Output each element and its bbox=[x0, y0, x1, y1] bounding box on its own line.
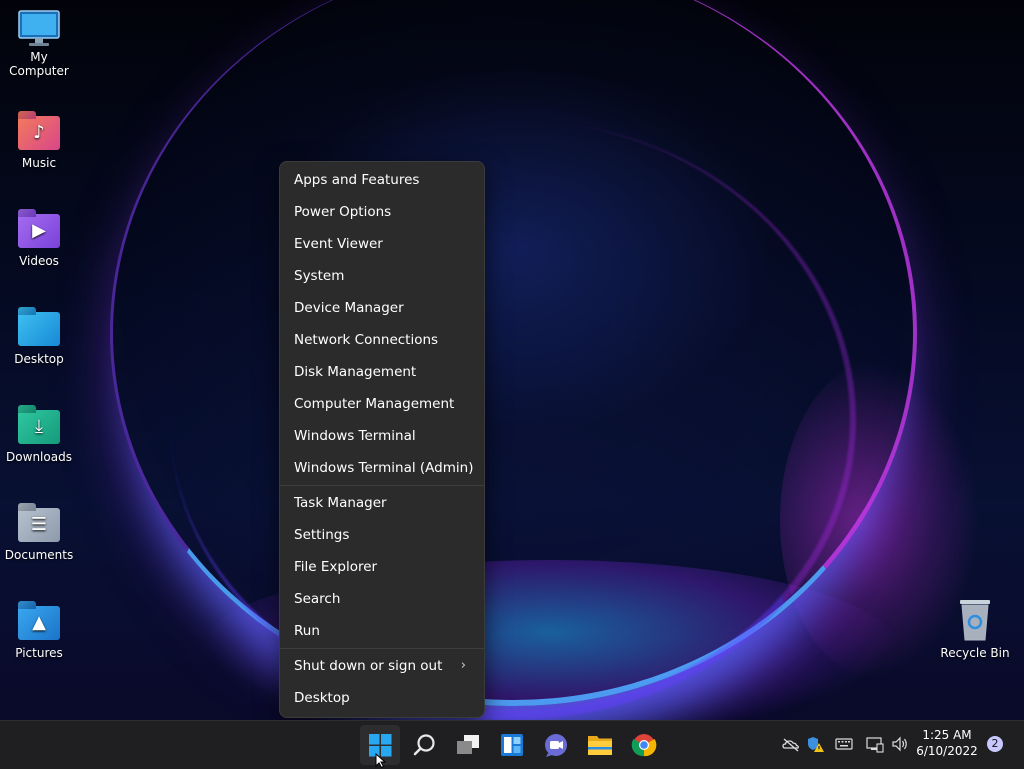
menu-item-file-explorer[interactable]: File Explorer bbox=[284, 552, 480, 582]
task-view-icon bbox=[457, 735, 479, 754]
menu-item-desktop[interactable]: Desktop bbox=[284, 683, 480, 713]
teams-chat-button[interactable] bbox=[536, 725, 576, 765]
desktop-icon-my-computer[interactable]: My Computer bbox=[0, 10, 78, 78]
wallpaper-bloom-inner bbox=[170, 120, 856, 720]
monitor-icon bbox=[18, 10, 60, 46]
security-warning-icon[interactable] bbox=[806, 734, 826, 754]
menu-item-search[interactable]: Search bbox=[284, 584, 480, 614]
menu-item-device-manager[interactable]: Device Manager bbox=[284, 293, 480, 323]
menu-item-network-connections[interactable]: Network Connections bbox=[284, 325, 480, 355]
mouse-cursor-icon bbox=[375, 753, 387, 768]
desktop-icon-recycle-bin[interactable]: Recycle Bin bbox=[936, 598, 1014, 660]
videos-folder-icon: ▶ bbox=[18, 214, 60, 250]
notification-badge[interactable]: 2 bbox=[987, 736, 1003, 752]
desktop-icon-label: Music bbox=[21, 156, 57, 170]
chevron-right-icon: › bbox=[460, 658, 466, 673]
menu-item-settings[interactable]: Settings bbox=[284, 520, 480, 550]
file-explorer-button[interactable] bbox=[580, 725, 620, 765]
music-folder-icon: ♪ bbox=[18, 116, 60, 152]
desktop-icon-label: Pictures bbox=[15, 646, 63, 660]
desktop-wallpaper bbox=[0, 0, 1024, 720]
clock-time: 1:25 AM bbox=[922, 728, 972, 742]
downloads-folder-icon: ⤓ bbox=[18, 410, 60, 446]
pictures-folder-icon: ▲ bbox=[18, 606, 60, 642]
menu-item-apps-and-features[interactable]: Apps and Features bbox=[284, 165, 480, 195]
desktop-icon-label: Downloads bbox=[6, 450, 72, 464]
search-button[interactable] bbox=[404, 725, 444, 765]
desktop-icon-label: Videos bbox=[19, 254, 59, 268]
taskbar-clock[interactable]: 1:25 AM 6/10/2022 bbox=[912, 727, 982, 759]
onedrive-offline-icon[interactable] bbox=[781, 734, 801, 754]
desktop-icon-documents[interactable]: ☰ Documents bbox=[0, 504, 78, 562]
start-context-menu: Apps and Features Power Options Event Vi… bbox=[279, 161, 485, 718]
menu-item-system[interactable]: System bbox=[284, 261, 480, 291]
desktop-icon-videos[interactable]: ▶ Videos bbox=[0, 210, 78, 268]
menu-item-windows-terminal-admin[interactable]: Windows Terminal (Admin) bbox=[284, 453, 480, 483]
menu-item-label: Shut down or sign out bbox=[294, 658, 443, 674]
widgets-button[interactable] bbox=[492, 725, 532, 765]
keyboard-icon[interactable] bbox=[834, 734, 854, 754]
menu-item-task-manager[interactable]: Task Manager bbox=[284, 488, 480, 518]
search-icon bbox=[413, 734, 435, 756]
chrome-button[interactable] bbox=[624, 725, 664, 765]
desktop-icon-pictures[interactable]: ▲ Pictures bbox=[0, 602, 78, 660]
menu-separator bbox=[280, 485, 484, 486]
recycle-bin-icon bbox=[954, 598, 996, 642]
menu-item-run[interactable]: Run bbox=[284, 616, 480, 646]
widgets-icon bbox=[501, 734, 523, 756]
menu-item-power-options[interactable]: Power Options bbox=[284, 197, 480, 227]
menu-separator bbox=[280, 648, 484, 649]
menu-item-computer-management[interactable]: Computer Management bbox=[284, 389, 480, 419]
clock-date: 6/10/2022 bbox=[916, 744, 978, 758]
menu-item-windows-terminal[interactable]: Windows Terminal bbox=[284, 421, 480, 451]
task-view-button[interactable] bbox=[448, 725, 488, 765]
network-icon[interactable] bbox=[865, 734, 885, 754]
desktop-icon-label: Recycle Bin bbox=[940, 646, 1010, 660]
desktop-icon-music[interactable]: ♪ Music bbox=[0, 112, 78, 170]
menu-item-shut-down-or-sign-out[interactable]: Shut down or sign out › bbox=[284, 651, 480, 681]
desktop-icon-downloads[interactable]: ⤓ Downloads bbox=[0, 406, 78, 464]
file-explorer-icon bbox=[588, 736, 612, 755]
taskbar bbox=[0, 720, 1024, 769]
desktop-icon-label: My Computer bbox=[9, 50, 69, 78]
desktop-icon-label: Documents bbox=[4, 548, 74, 562]
volume-icon[interactable] bbox=[890, 734, 910, 754]
desktop-icon-desktop[interactable]: Desktop bbox=[0, 308, 78, 366]
documents-folder-icon: ☰ bbox=[18, 508, 60, 544]
desktop-icon-label: Desktop bbox=[14, 352, 64, 366]
teams-chat-icon bbox=[545, 734, 567, 757]
desktop-folder-icon bbox=[18, 312, 60, 348]
chrome-icon bbox=[631, 734, 657, 757]
menu-item-event-viewer[interactable]: Event Viewer bbox=[284, 229, 480, 259]
menu-item-disk-management[interactable]: Disk Management bbox=[284, 357, 480, 387]
